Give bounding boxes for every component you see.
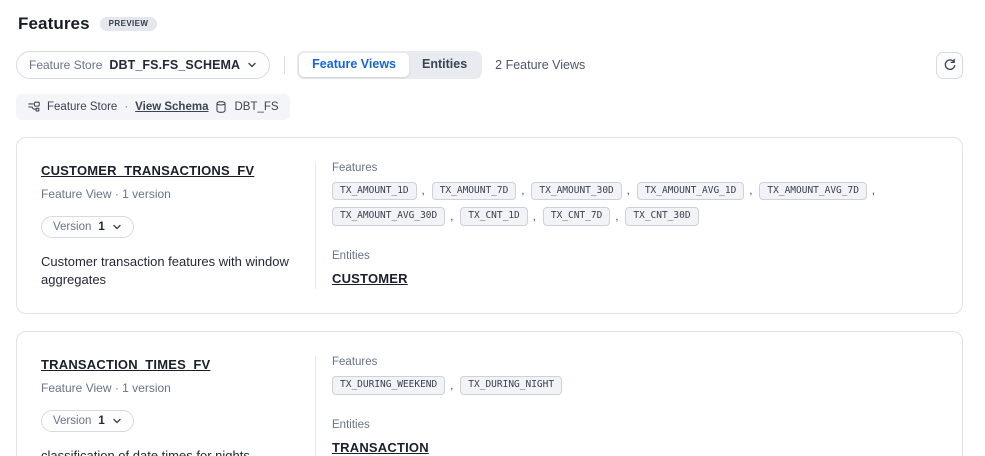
tag-separator: , — [610, 211, 625, 223]
card-summary: CUSTOMER_TRANSACTIONS_FV Feature View · … — [41, 162, 315, 289]
feature-views-count: 2 Feature Views — [495, 58, 585, 72]
version-select[interactable]: Version 1 — [41, 216, 134, 238]
chevron-down-icon — [247, 60, 257, 70]
feature-tag: TX_AMOUNT_7D, — [432, 182, 532, 200]
entity-link[interactable]: TRANSACTION — [332, 440, 429, 455]
feature-view-meta: Feature View · 1 version — [41, 381, 297, 395]
breadcrumb-store-label: Feature Store — [47, 101, 117, 113]
page-header: Features PREVIEW — [16, 14, 963, 34]
view-schema-link[interactable]: View Schema — [135, 101, 208, 113]
entity-link[interactable]: CUSTOMER — [332, 271, 408, 286]
feature-tag: TX_AMOUNT_30D, — [531, 182, 636, 200]
features-page: Features PREVIEW Feature Store DBT_FS.FS… — [0, 0, 985, 456]
database-icon — [214, 100, 228, 114]
feature-tag-list: TX_DURING_WEEKEND,TX_DURING_NIGHT — [332, 376, 932, 394]
entities-section: Entities CUSTOMER — [332, 250, 938, 286]
feature-tag-label: TX_AMOUNT_AVG_30D — [332, 207, 445, 225]
tab-entities[interactable]: Entities — [409, 53, 480, 77]
entity-list: TRANSACTION — [332, 440, 938, 455]
feature-tag-label: TX_DURING_NIGHT — [460, 376, 562, 394]
feature-tag-label: TX_AMOUNT_1D — [332, 182, 417, 200]
tag-separator: , — [445, 211, 460, 223]
feature-store-icon — [27, 100, 41, 114]
tag-separator: , — [445, 380, 460, 392]
feature-tag-label: TX_DURING_WEEKEND — [332, 376, 445, 394]
features-section-label: Features — [332, 356, 938, 368]
feature-tag: TX_AMOUNT_AVG_1D, — [637, 182, 760, 200]
refresh-icon — [943, 58, 957, 72]
feature-tag-label: TX_CNT_7D — [543, 207, 610, 225]
feature-tag: TX_DURING_WEEKEND, — [332, 376, 460, 394]
feature-tag: TX_AMOUNT_1D, — [332, 182, 432, 200]
feature-tag: TX_CNT_30D — [625, 207, 698, 225]
page-title: Features — [18, 14, 90, 34]
entities-section-label: Entities — [332, 250, 938, 262]
feature-tag: TX_CNT_1D, — [460, 207, 543, 225]
preview-badge: PREVIEW — [100, 17, 158, 31]
version-label: Version — [53, 221, 91, 233]
entities-section-label: Entities — [332, 419, 938, 431]
card-details: Features TX_AMOUNT_1D,TX_AMOUNT_7D,TX_AM… — [315, 162, 938, 289]
toolbar: Feature Store DBT_FS.FS_SCHEMA Feature V… — [16, 51, 963, 79]
entity-list: CUSTOMER — [332, 271, 938, 286]
toolbar-divider — [284, 56, 285, 74]
entity-item: TRANSACTION — [332, 440, 429, 455]
tag-separator: , — [867, 185, 882, 197]
version-select[interactable]: Version 1 — [41, 410, 134, 432]
chevron-down-icon — [112, 416, 122, 426]
feature-tag: TX_DURING_NIGHT — [460, 376, 562, 394]
feature-store-label: Feature Store — [29, 58, 102, 72]
tag-separator: , — [528, 211, 543, 223]
feature-tag-list: TX_AMOUNT_1D,TX_AMOUNT_7D,TX_AMOUNT_30D,… — [332, 182, 932, 226]
tag-separator: , — [417, 185, 432, 197]
feature-tag: TX_AMOUNT_AVG_30D, — [332, 207, 460, 225]
version-value: 1 — [98, 415, 104, 427]
feature-tag-label: TX_AMOUNT_AVG_1D — [637, 182, 745, 200]
tag-separator: , — [516, 185, 531, 197]
card-summary: TRANSACTION_TIMES_FV Feature View · 1 ve… — [41, 356, 315, 456]
feature-view-card: CUSTOMER_TRANSACTIONS_FV Feature View · … — [16, 137, 963, 314]
feature-view-list: CUSTOMER_TRANSACTIONS_FV Feature View · … — [16, 137, 963, 456]
tab-feature-views[interactable]: Feature Views — [299, 53, 409, 77]
feature-tag-label: TX_AMOUNT_7D — [432, 182, 517, 200]
chevron-down-icon — [112, 222, 122, 232]
breadcrumb-row: Feature Store · View Schema DBT_FS — [16, 94, 963, 120]
entities-section: Entities TRANSACTION — [332, 419, 938, 455]
feature-tag-label: TX_AMOUNT_30D — [531, 182, 621, 200]
feature-store-select[interactable]: Feature Store DBT_FS.FS_SCHEMA — [16, 51, 270, 79]
view-switcher: Feature Views Entities — [297, 51, 482, 79]
feature-tag-label: TX_AMOUNT_AVG_7D — [759, 182, 867, 200]
breadcrumb: Feature Store · View Schema DBT_FS — [16, 94, 290, 120]
feature-view-description: classification of date times for nights … — [41, 447, 297, 456]
version-label: Version — [53, 415, 91, 427]
feature-view-title-link[interactable]: CUSTOMER_TRANSACTIONS_FV — [41, 163, 254, 178]
feature-view-description: Customer transaction features with windo… — [41, 253, 297, 289]
feature-tag-label: TX_CNT_1D — [460, 207, 527, 225]
card-details: Features TX_DURING_WEEKEND,TX_DURING_NIG… — [315, 356, 938, 456]
tag-separator: , — [744, 185, 759, 197]
breadcrumb-separator: · — [123, 101, 129, 113]
feature-store-value: DBT_FS.FS_SCHEMA — [109, 58, 240, 72]
feature-view-meta: Feature View · 1 version — [41, 187, 297, 201]
feature-tag-label: TX_CNT_30D — [625, 207, 698, 225]
features-section-label: Features — [332, 162, 938, 174]
breadcrumb-database-name: DBT_FS — [234, 101, 278, 113]
entity-item: CUSTOMER — [332, 271, 408, 286]
refresh-button[interactable] — [936, 52, 963, 79]
version-value: 1 — [98, 221, 104, 233]
feature-tag: TX_AMOUNT_AVG_7D, — [759, 182, 882, 200]
tag-separator: , — [622, 185, 637, 197]
feature-tag: TX_CNT_7D, — [543, 207, 626, 225]
feature-view-title-link[interactable]: TRANSACTION_TIMES_FV — [41, 357, 210, 372]
feature-view-card: TRANSACTION_TIMES_FV Feature View · 1 ve… — [16, 331, 963, 456]
